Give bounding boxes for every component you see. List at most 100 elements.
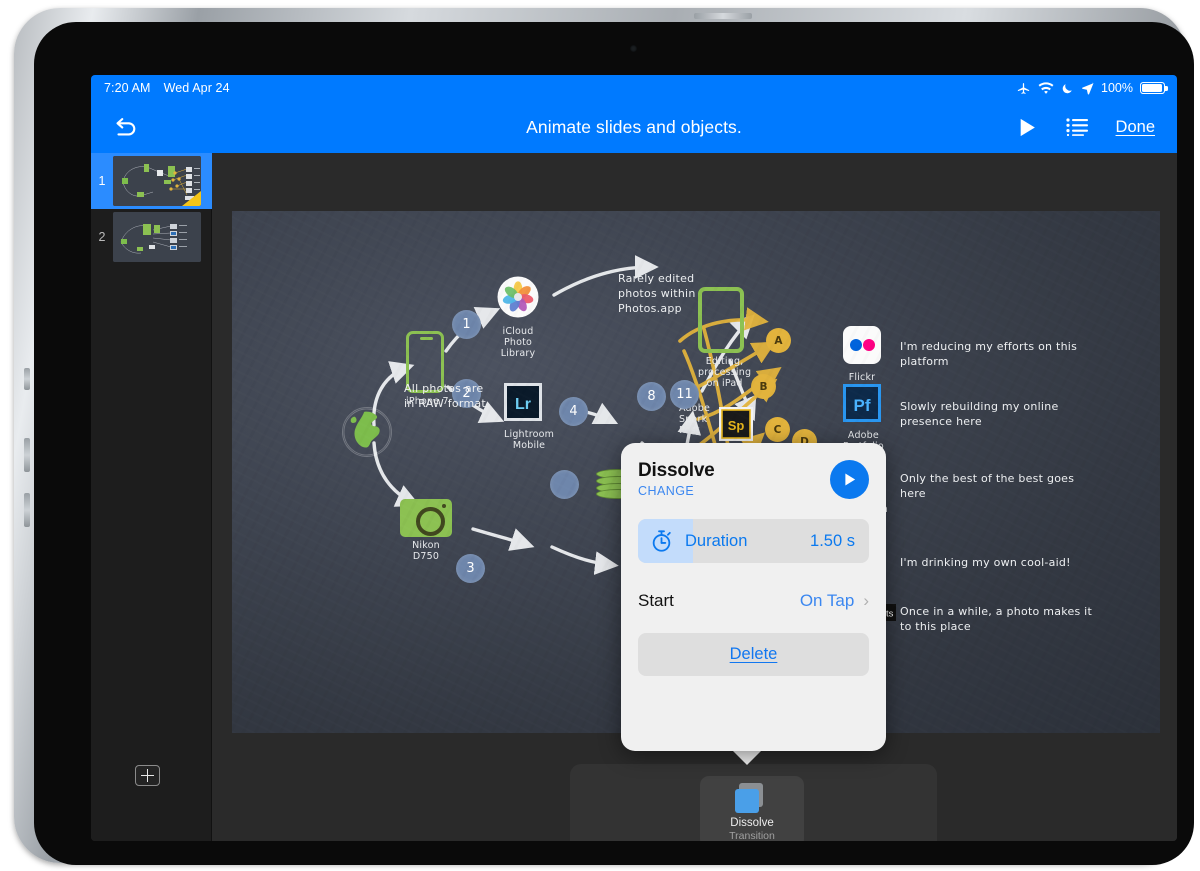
slide-number-1: 1 — [98, 174, 106, 188]
start-value: On Tap — [799, 591, 855, 610]
icloud-photo-library-node: iCloud Photo Library — [497, 276, 539, 359]
popover-header-text: Dissolve CHANGE — [638, 460, 715, 498]
ipad-device-frame: 7:20 AM Wed Apr 24 100% Animate slides a… — [14, 8, 1194, 865]
ipad-label: Editing, processing on iPad — [698, 356, 752, 389]
duration-label: Duration — [685, 531, 748, 550]
letter-node-C: C — [765, 417, 790, 442]
stopwatch-icon — [650, 529, 673, 553]
lightroom-mobile-node: Lr Lightroom Mobile — [504, 383, 554, 451]
volume-button-down[interactable] — [24, 438, 30, 472]
svg-text:Lr: Lr — [515, 396, 531, 413]
popover-title: Dissolve — [638, 460, 715, 481]
note-rarely-edited: Rarely edited photos within Photos.app — [618, 272, 696, 315]
slide-thumbnail-2[interactable]: 2 — [91, 209, 212, 265]
step-number-4: 4 — [559, 397, 588, 426]
globe-icon — [342, 407, 392, 457]
start-value-group: On Tap › — [800, 591, 869, 611]
transition-marker-icon — [182, 191, 201, 206]
slide-navigator: 1 2 — [91, 153, 212, 841]
transition-bar: Dissolve Transition — [570, 764, 937, 841]
popover-tail — [731, 749, 763, 765]
page-title: Animate slides and objects. — [526, 116, 742, 137]
delete-button[interactable]: Delete — [638, 633, 869, 676]
popover-header: Dissolve CHANGE — [638, 460, 869, 499]
flickr-node: Flickr — [843, 326, 881, 383]
step-number-11: 11 — [670, 380, 699, 409]
play-icon[interactable] — [1017, 117, 1038, 138]
add-slide-button[interactable] — [135, 765, 160, 786]
front-camera-icon — [630, 45, 637, 52]
status-bar: 7:20 AM Wed Apr 24 100% — [91, 75, 1177, 101]
side-button[interactable] — [24, 493, 30, 527]
device-bezel: 7:20 AM Wed Apr 24 100% Animate slides a… — [34, 22, 1194, 865]
adobe-spark-icon: Sp — [719, 407, 753, 441]
duration-value: 1.50 s — [810, 531, 855, 550]
transition-chip-dissolve[interactable]: Dissolve Transition — [700, 776, 804, 841]
step-number-1: 1 — [452, 310, 481, 339]
status-time: 7:20 AM — [104, 81, 151, 95]
step-number-3: 3 — [456, 554, 485, 583]
step-number-8: 8 — [637, 382, 666, 411]
note-gurushots: Once in a while, a photo makes it to thi… — [900, 605, 1093, 633]
transition-chip-title: Dissolve — [730, 816, 774, 829]
slide-number-2: 2 — [98, 230, 106, 244]
canvas-area: iPhone 7 Nikon D750 iCloud Photo Library… — [212, 153, 1177, 841]
moon-icon — [1061, 82, 1074, 95]
status-date: Wed Apr 24 — [163, 81, 230, 95]
flickr-icon — [843, 326, 881, 364]
letter-node-A: A — [766, 328, 791, 353]
slide-thumbnail-1[interactable]: 1 — [91, 153, 212, 209]
nav-bar-right: Done — [1017, 117, 1155, 138]
globe-node — [342, 407, 392, 462]
svg-text:Sp: Sp — [728, 418, 745, 433]
note-unsplash: Only the best of the best goes here — [900, 472, 1075, 500]
wifi-icon — [1038, 81, 1054, 95]
slide-thumbnail-image-2 — [113, 212, 201, 262]
airplane-icon — [1016, 81, 1031, 96]
chevron-right-icon: › — [863, 591, 869, 610]
camera-icon — [400, 499, 452, 537]
list-icon[interactable] — [1065, 118, 1088, 136]
status-bar-left: 7:20 AM Wed Apr 24 — [104, 81, 230, 95]
workspace: 1 2 iPhone 7 Nikon D750 iCloud Photo Lib… — [91, 153, 1177, 841]
preview-play-button[interactable] — [830, 460, 869, 499]
nav-bar: Animate slides and objects. Done — [91, 101, 1177, 153]
note-adobe-portfolio: Slowly rebuilding my online presence her… — [900, 400, 1059, 428]
status-bar-right: 100% — [1016, 81, 1168, 96]
change-transition-button[interactable]: CHANGE — [638, 484, 715, 498]
photos-app-icon — [497, 276, 539, 318]
delete-label: Delete — [729, 645, 778, 663]
transition-options-popover: Dissolve CHANGE Duration 1.50 s Start On… — [621, 443, 886, 751]
ipad-icon — [698, 287, 744, 353]
icloud-photo-library-label: iCloud Photo Library — [500, 326, 536, 359]
ipad-node: Editing, processing on iPad — [698, 287, 751, 389]
adobe-portfolio-node: Pf Adobe Portfolio — [843, 384, 884, 452]
nikon-label: Nikon D750 — [412, 540, 440, 562]
battery-icon — [1140, 82, 1168, 94]
lightroom-icon: Lr — [504, 383, 542, 421]
flickr-label: Flickr — [848, 372, 876, 383]
adobe-portfolio-icon: Pf — [843, 384, 881, 422]
volume-button-up[interactable] — [24, 368, 30, 390]
step-number-5 — [550, 470, 579, 499]
note-raw-format: All photos are in RAW format — [404, 382, 486, 410]
note-personal-site: I'm drinking my own cool-aid! — [900, 556, 1071, 569]
letter-node-B: B — [751, 374, 776, 399]
battery-percent: 100% — [1101, 81, 1133, 95]
power-button[interactable] — [694, 13, 752, 19]
done-button[interactable]: Done — [1116, 118, 1155, 137]
note-flickr: I'm reducing my efforts on this platform — [900, 340, 1078, 368]
transition-chip-subtitle: Transition — [729, 829, 775, 842]
slide-thumbnail-image-1 — [113, 156, 201, 206]
adobe-spark-icon-node: Sp — [719, 407, 753, 446]
svg-text:Pf: Pf — [854, 396, 871, 415]
lightroom-mobile-label: Lightroom Mobile — [504, 429, 555, 451]
location-arrow-icon — [1081, 82, 1094, 95]
device-screen: 7:20 AM Wed Apr 24 100% Animate slides a… — [91, 75, 1177, 841]
start-label: Start — [638, 591, 674, 610]
nikon-node: Nikon D750 — [400, 499, 452, 562]
screenshot-root: 7:20 AM Wed Apr 24 100% Animate slides a… — [0, 0, 1200, 871]
start-row[interactable]: Start On Tap › — [638, 583, 869, 619]
dissolve-transition-icon — [735, 782, 769, 813]
duration-slider[interactable]: Duration 1.50 s — [638, 519, 869, 563]
